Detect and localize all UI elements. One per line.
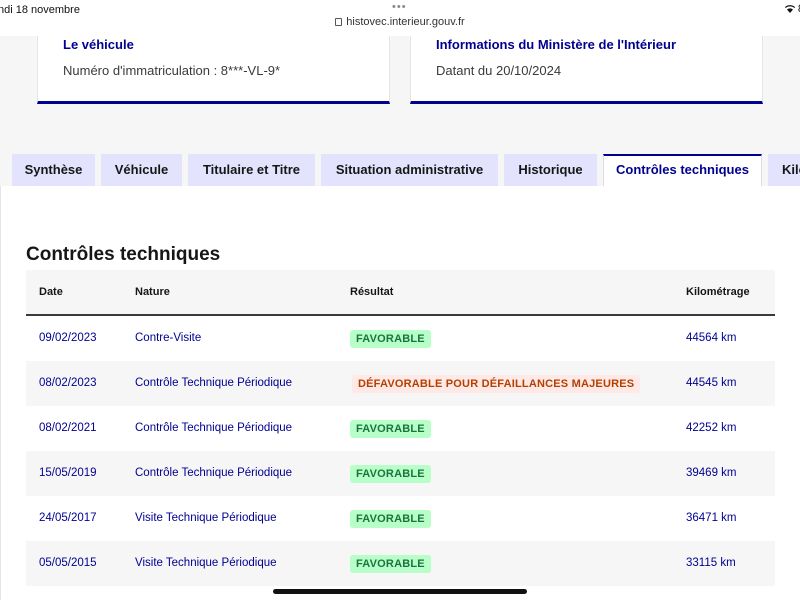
- header-km: Kilométrage: [686, 286, 750, 298]
- row-date: 08/02/2021: [39, 422, 97, 434]
- row-date: 08/02/2023: [39, 377, 97, 389]
- row-km: 36471 km: [686, 512, 737, 524]
- vehicle-card-title: Le véhicule: [63, 37, 134, 52]
- tab-situation-administrative[interactable]: Situation administrative: [321, 154, 498, 186]
- status-badge: DÉFAVORABLE POUR DÉFAILLANCES MAJEURES: [352, 375, 641, 393]
- ministry-card-title: Informations du Ministère de l'Intérieur: [436, 37, 677, 52]
- row-km: 33115 km: [686, 557, 736, 569]
- status-bar: ndi 18 novembre ••• histovec.interieur.g…: [0, 0, 800, 36]
- row-nature: Contrôle Technique Périodique: [135, 467, 293, 479]
- address-bar[interactable]: histovec.interieur.gouv.fr: [0, 16, 800, 28]
- lock-icon: [335, 18, 343, 26]
- status-badge: FAVORABLE: [350, 510, 431, 528]
- row-km: 44545 km: [686, 377, 737, 389]
- status-badge: FAVORABLE: [350, 330, 431, 348]
- tab-vehicule[interactable]: Véhicule: [101, 154, 182, 186]
- status-badge: FAVORABLE: [350, 555, 431, 573]
- status-right: 8: [784, 3, 800, 15]
- row-date: 09/02/2023: [39, 332, 97, 344]
- home-indicator[interactable]: [273, 589, 527, 594]
- row-nature: Contrôle Technique Périodique: [135, 422, 293, 434]
- row-km: 42252 km: [686, 422, 737, 434]
- tab-synthese[interactable]: Synthèse: [12, 154, 95, 186]
- row-nature: Contre-Visite: [135, 332, 202, 344]
- table-header: Date Nature Résultat Kilométrage: [26, 270, 775, 316]
- header-nature: Nature: [135, 286, 170, 298]
- tab-controles-techniques[interactable]: Contrôles techniques: [603, 154, 762, 186]
- table-row: 09/02/2023 Contre-Visite FAVORABLE 44564…: [26, 316, 775, 361]
- row-km: 44564 km: [686, 332, 737, 344]
- tab-panel: Contrôles techniques Date Nature Résulta…: [0, 186, 800, 600]
- row-nature: Visite Technique Périodique: [135, 557, 277, 569]
- row-nature: Contrôle Technique Périodique: [135, 377, 293, 389]
- status-date: ndi 18 novembre: [0, 4, 80, 16]
- controls-table: Date Nature Résultat Kilométrage 09/02/2…: [26, 270, 775, 586]
- row-date: 05/05/2015: [39, 557, 97, 569]
- table-row: 24/05/2017 Visite Technique Périodique F…: [26, 496, 775, 541]
- registration-number: Numéro d'immatriculation : 8***-VL-9*: [63, 63, 281, 78]
- wifi-icon: [784, 5, 795, 13]
- table-row: 05/05/2015 Visite Technique Périodique F…: [26, 541, 775, 586]
- table-row: 15/05/2019 Contrôle Technique Périodique…: [26, 451, 775, 496]
- tab-historique[interactable]: Historique: [504, 154, 597, 186]
- row-nature: Visite Technique Périodique: [135, 512, 277, 524]
- tab-kilometrage[interactable]: Kilo: [768, 154, 800, 186]
- header-result: Résultat: [350, 286, 394, 298]
- row-km: 39469 km: [686, 467, 737, 479]
- ministry-card: Informations du Ministère de l'Intérieur…: [410, 36, 763, 104]
- vehicle-card: Le véhicule Numéro d'immatriculation : 8…: [37, 36, 390, 104]
- status-badge: FAVORABLE: [350, 465, 431, 483]
- more-options-icon[interactable]: •••: [392, 1, 407, 13]
- table-row: 08/02/2023 Contrôle Technique Périodique…: [26, 361, 775, 406]
- data-date: Datant du 20/10/2024: [436, 63, 562, 78]
- tab-bar: Synthèse Véhicule Titulaire et Titre Sit…: [0, 154, 800, 186]
- table-row: 08/02/2021 Contrôle Technique Périodique…: [26, 406, 775, 451]
- header-date: Date: [39, 286, 63, 298]
- url-text: histovec.interieur.gouv.fr: [346, 16, 465, 28]
- row-date: 24/05/2017: [39, 512, 97, 524]
- tab-titulaire[interactable]: Titulaire et Titre: [188, 154, 315, 186]
- status-badge: FAVORABLE: [350, 420, 431, 438]
- row-date: 15/05/2019: [39, 467, 97, 479]
- section-title: Contrôles techniques: [26, 244, 221, 265]
